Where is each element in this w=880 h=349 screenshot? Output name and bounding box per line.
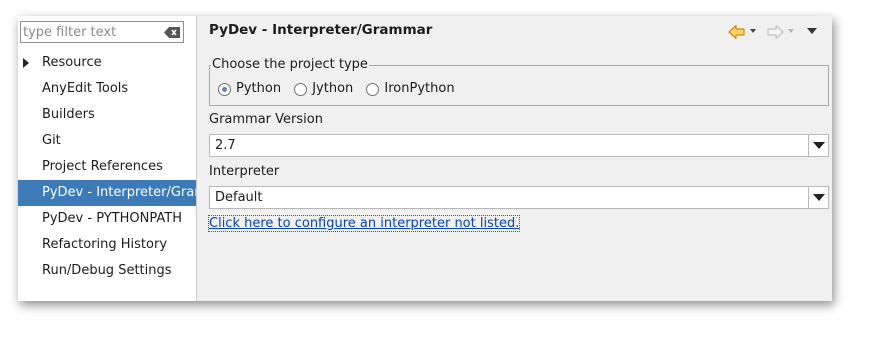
radio-label: Jython bbox=[312, 81, 354, 96]
forward-arrow-icon bbox=[767, 24, 784, 40]
filter-input[interactable] bbox=[23, 23, 159, 41]
tree-item-label: PyDev - Interpreter/Grammar bbox=[42, 185, 196, 200]
preference-tree: Resource AnyEdit Tools Builders Git Proj… bbox=[18, 50, 196, 284]
tree-item-git[interactable]: Git bbox=[18, 128, 196, 154]
tree-item-label: PyDev - PYTHONPATH bbox=[42, 211, 182, 226]
filter-box[interactable] bbox=[20, 21, 184, 43]
sidebar: Resource AnyEdit Tools Builders Git Proj… bbox=[18, 16, 197, 301]
tree-item-label: Project References bbox=[42, 159, 163, 174]
tree-item-label: Builders bbox=[42, 107, 95, 122]
radio-python[interactable]: Python bbox=[218, 80, 281, 98]
properties-dialog: Resource AnyEdit Tools Builders Git Proj… bbox=[18, 16, 832, 301]
tree-item-label: Git bbox=[42, 133, 61, 148]
tree-item-run-debug-settings[interactable]: Run/Debug Settings bbox=[18, 258, 196, 284]
radio-ironpython[interactable]: IronPython bbox=[366, 80, 455, 98]
radio-label: Python bbox=[236, 81, 282, 96]
radio-dot bbox=[366, 83, 380, 96]
interpreter-label: Interpreter bbox=[209, 164, 280, 179]
interpreter-value: Default bbox=[215, 190, 263, 205]
tree-item-label: AnyEdit Tools bbox=[42, 81, 129, 96]
chevron-down-icon[interactable] bbox=[808, 187, 828, 208]
project-type-options: Python Jython IronPython bbox=[218, 80, 464, 98]
tree-item-label: Run/Debug Settings bbox=[42, 263, 172, 278]
back-arrow-icon[interactable] bbox=[728, 24, 746, 40]
interpreter-select[interactable]: Default bbox=[209, 186, 829, 209]
forward-dropdown-icon bbox=[788, 29, 794, 33]
project-type-legend: Choose the project type bbox=[211, 57, 369, 72]
page-title: PyDev - Interpreter/Grammar bbox=[209, 22, 433, 38]
expand-arrow-icon[interactable] bbox=[23, 58, 29, 68]
radio-dot bbox=[294, 83, 308, 96]
grammar-version-value: 2.7 bbox=[215, 138, 236, 153]
grammar-version-select[interactable]: 2.7 bbox=[209, 134, 829, 157]
tree-item-pydev-pythonpath[interactable]: PyDev - PYTHONPATH bbox=[18, 206, 196, 232]
grammar-version-label: Grammar Version bbox=[209, 112, 323, 127]
tree-item-label: Refactoring History bbox=[42, 237, 168, 252]
configure-interpreter-link[interactable]: Click here to configure an interpreter n… bbox=[207, 215, 521, 232]
project-type-group: Choose the project type Python Jython Ir… bbox=[209, 57, 829, 106]
tree-item-resource[interactable]: Resource bbox=[18, 50, 196, 76]
tree-item-anyedit-tools[interactable]: AnyEdit Tools bbox=[18, 76, 196, 102]
main-panel: PyDev - Interpreter/Grammar Choose the p… bbox=[197, 16, 832, 301]
view-menu-icon[interactable] bbox=[806, 27, 818, 35]
clear-filter-icon[interactable] bbox=[164, 27, 180, 38]
chevron-down-icon[interactable] bbox=[808, 135, 828, 156]
radio-label: IronPython bbox=[384, 81, 455, 96]
tree-item-label: Resource bbox=[42, 55, 102, 70]
tree-item-pydev-interpreter-grammar[interactable]: PyDev - Interpreter/Grammar bbox=[18, 180, 196, 206]
back-dropdown-icon[interactable] bbox=[750, 29, 756, 34]
tree-item-refactoring-history[interactable]: Refactoring History bbox=[18, 232, 196, 258]
radio-jython[interactable]: Jython bbox=[294, 80, 353, 98]
tree-item-project-references[interactable]: Project References bbox=[18, 154, 196, 180]
nav-toolbar bbox=[728, 24, 824, 40]
radio-dot bbox=[218, 83, 231, 96]
tree-item-builders[interactable]: Builders bbox=[18, 102, 196, 128]
